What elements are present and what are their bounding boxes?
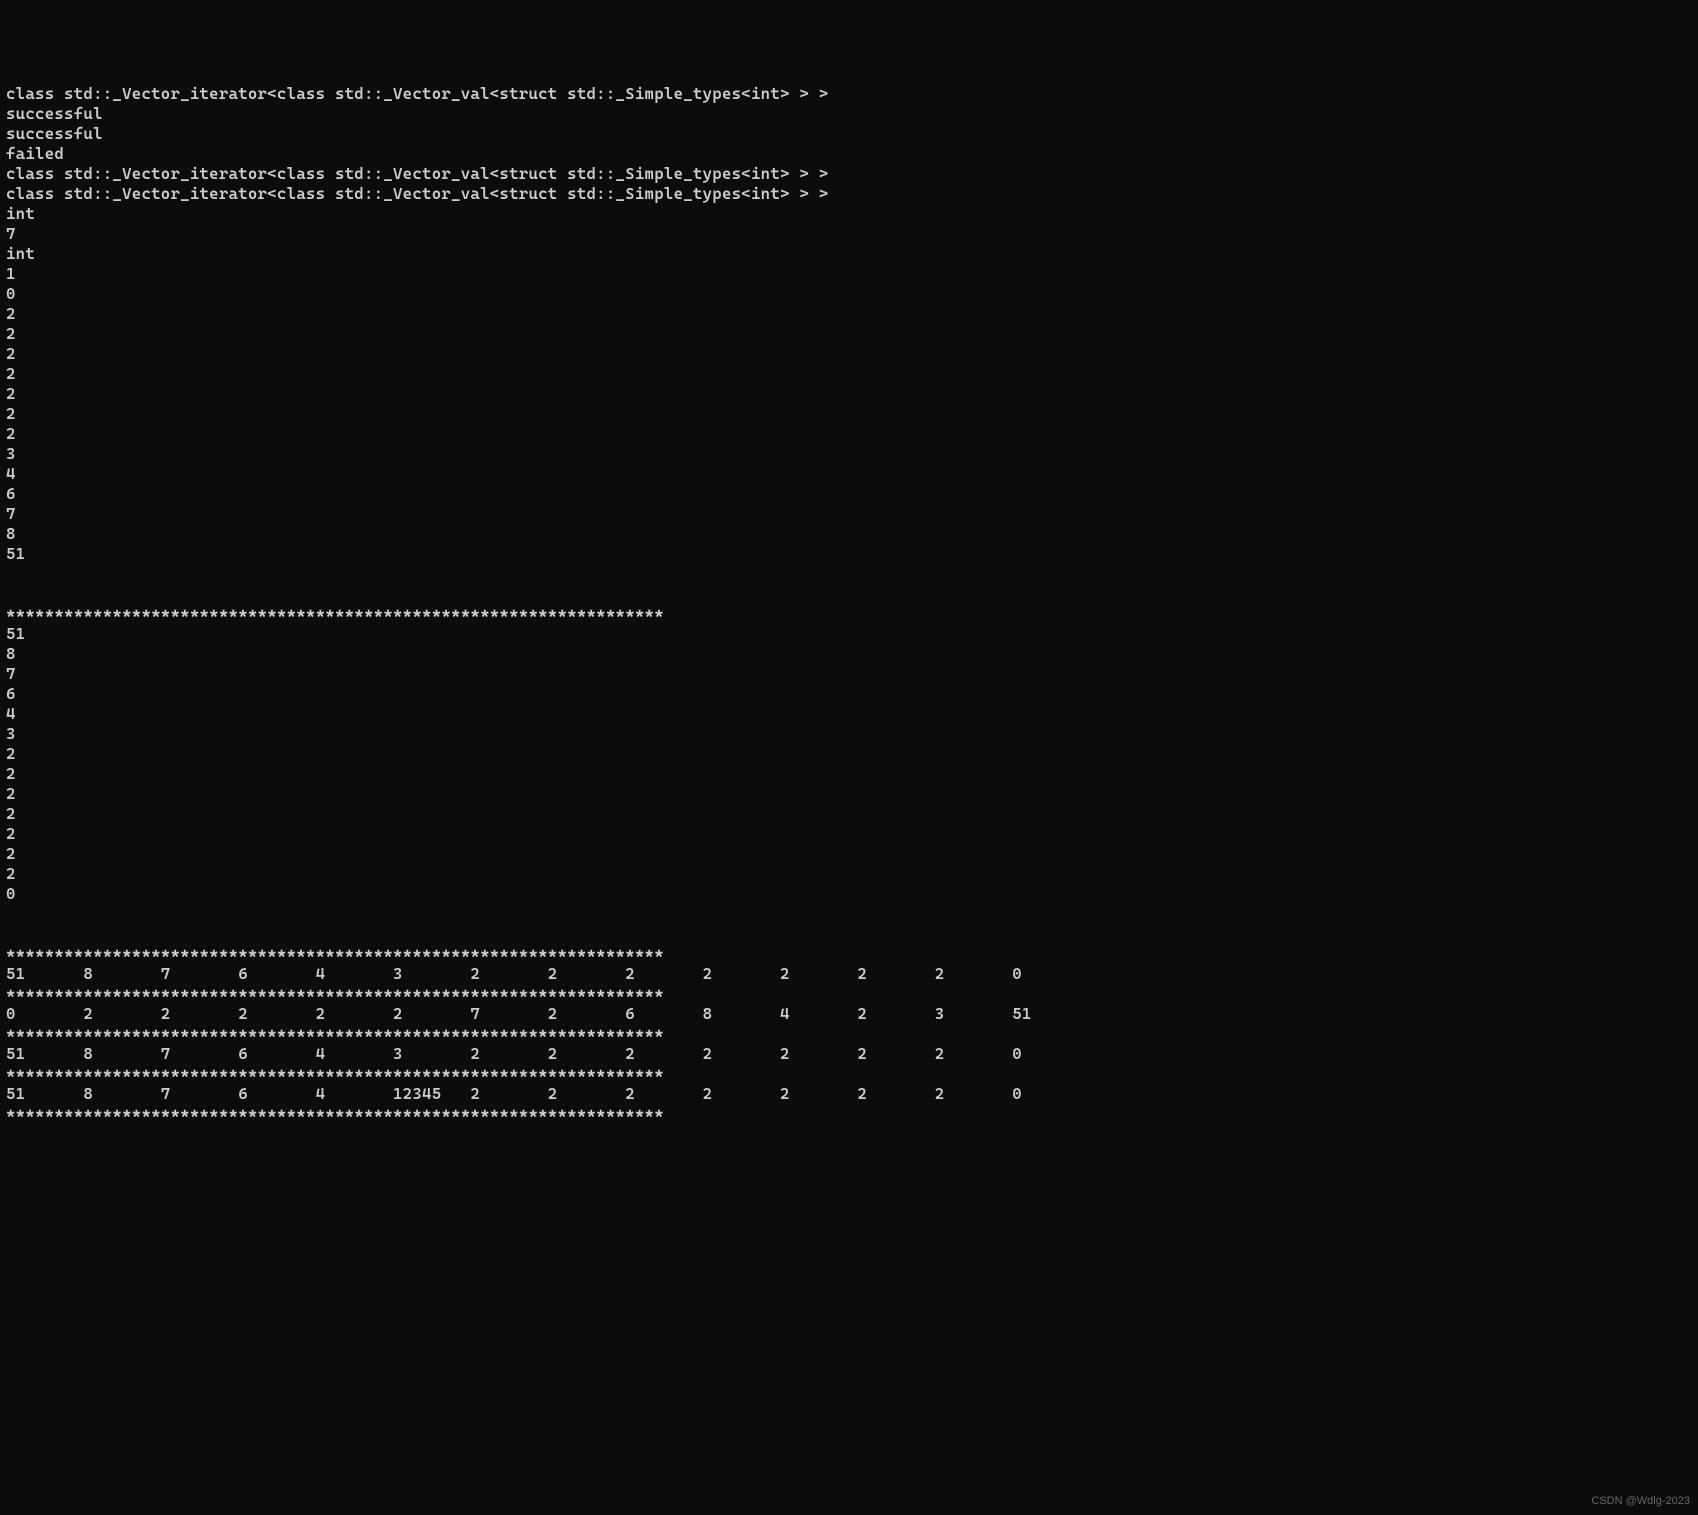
terminal-line: 2 (6, 384, 1692, 404)
terminal-line: 0 (6, 284, 1692, 304)
terminal-line: 2 (6, 864, 1692, 884)
terminal-line: int (6, 244, 1692, 264)
terminal-line: 51 8 7 6 4 3 2 2 2 2 2 2 2 0 (6, 964, 1692, 984)
terminal-line: class std::_Vector_iterator<class std::_… (6, 84, 1692, 104)
terminal-line: successful (6, 124, 1692, 144)
terminal-line (6, 584, 1692, 604)
terminal-line: 2 (6, 764, 1692, 784)
terminal-line: 2 (6, 804, 1692, 824)
terminal-line: failed (6, 144, 1692, 164)
terminal-line: 6 (6, 684, 1692, 704)
terminal-line: 7 (6, 504, 1692, 524)
terminal-output: class std::_Vector_iterator<class std::_… (6, 84, 1692, 1124)
terminal-line: 7 (6, 664, 1692, 684)
terminal-line: 2 (6, 784, 1692, 804)
terminal-line: 2 (6, 404, 1692, 424)
terminal-line: 0 (6, 884, 1692, 904)
terminal-line: 51 8 7 6 4 12345 2 2 2 2 2 2 2 0 (6, 1084, 1692, 1104)
csdn-watermark: CSDN @Wdlg-2023 (1591, 1491, 1690, 1511)
terminal-line: ****************************************… (6, 1064, 1692, 1084)
terminal-line (6, 564, 1692, 584)
terminal-line: 0 2 2 2 2 2 7 2 6 8 4 2 3 51 (6, 1004, 1692, 1024)
terminal-line: 51 8 7 6 4 3 2 2 2 2 2 2 2 0 (6, 1044, 1692, 1064)
terminal-line (6, 924, 1692, 944)
terminal-line: 8 (6, 644, 1692, 664)
terminal-line: ****************************************… (6, 1024, 1692, 1044)
terminal-line: int (6, 204, 1692, 224)
terminal-line: 6 (6, 484, 1692, 504)
terminal-line: 51 (6, 624, 1692, 644)
terminal-line: 2 (6, 824, 1692, 844)
terminal-line: 7 (6, 224, 1692, 244)
terminal-line: 2 (6, 844, 1692, 864)
terminal-line: 8 (6, 524, 1692, 544)
terminal-line: ****************************************… (6, 1104, 1692, 1124)
terminal-line: 51 (6, 544, 1692, 564)
terminal-line: successful (6, 104, 1692, 124)
terminal-line: 3 (6, 444, 1692, 464)
terminal-line: 2 (6, 744, 1692, 764)
terminal-line: 2 (6, 324, 1692, 344)
terminal-line: 2 (6, 424, 1692, 444)
terminal-line: 2 (6, 364, 1692, 384)
terminal-line: 4 (6, 704, 1692, 724)
terminal-line (6, 904, 1692, 924)
terminal-line: class std::_Vector_iterator<class std::_… (6, 164, 1692, 184)
terminal-line: 2 (6, 344, 1692, 364)
terminal-line: ****************************************… (6, 984, 1692, 1004)
terminal-line: 1 (6, 264, 1692, 284)
terminal-line: 2 (6, 304, 1692, 324)
terminal-line: ****************************************… (6, 604, 1692, 624)
terminal-line: 3 (6, 724, 1692, 744)
terminal-line: class std::_Vector_iterator<class std::_… (6, 184, 1692, 204)
terminal-line: ****************************************… (6, 944, 1692, 964)
terminal-line: 4 (6, 464, 1692, 484)
